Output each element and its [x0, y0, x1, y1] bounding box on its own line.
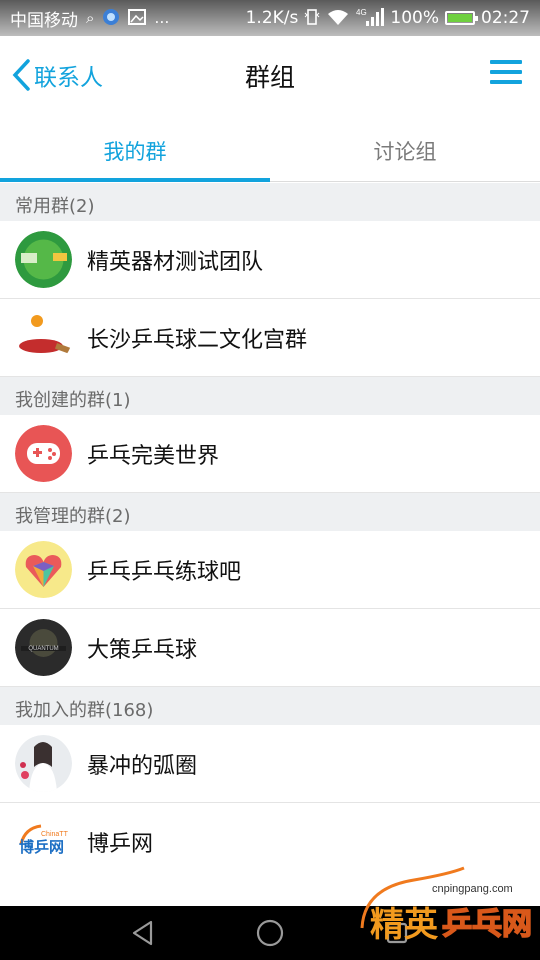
carrier-label: 中国移动 — [10, 10, 78, 31]
search-icon: ⌕ — [86, 8, 95, 27]
group-name: 博乒网 — [87, 832, 154, 857]
back-nav-icon[interactable] — [123, 913, 163, 953]
network-type: 4G — [356, 8, 367, 17]
group-name: 精英器材测试团队 — [87, 249, 264, 275]
group-row[interactable]: 长沙乒乓球二文化宫群 — [0, 299, 540, 377]
gamepad-avatar — [15, 425, 72, 482]
group-row[interactable]: QUANTUM 大策乒乓球 — [0, 609, 540, 687]
avatar-logo-text: ChinaTT — [41, 831, 69, 838]
image-icon — [128, 8, 147, 29]
vibrate-icon — [304, 8, 320, 29]
group-row[interactable]: 乒乓乒乓练球吧 — [0, 531, 540, 609]
group-avatar — [15, 735, 72, 792]
page-title: 群组 — [244, 63, 295, 92]
section-header-joined: 我加入的群(168) — [0, 687, 540, 725]
more-icon: … — [154, 8, 170, 27]
group-row[interactable]: 精英器材测试团队 — [0, 221, 540, 299]
wifi-icon — [326, 8, 350, 29]
group-avatar: QUANTUM — [15, 619, 72, 676]
heart-avatar — [15, 541, 72, 598]
watermark-text-a: 精英 — [370, 905, 439, 945]
group-row[interactable]: 暴冲的弧圈 — [0, 725, 540, 803]
group-name: 乒乓完美世界 — [87, 443, 220, 469]
group-row[interactable]: 乒乓完美世界 — [0, 415, 540, 493]
watermark-logo: cnpingpang.com 精英 乒乓网 — [354, 858, 534, 958]
group-name: 大策乒乓球 — [87, 637, 198, 663]
group-name: 乒乓乒乓练球吧 — [87, 559, 242, 585]
avatar-logo-text: 博乒网 — [19, 838, 64, 856]
section-header-frequent: 常用群(2) — [0, 183, 540, 221]
clock: 02:27 — [481, 8, 530, 28]
battery-percent: 100% — [390, 8, 439, 28]
tab-discussion-groups[interactable]: 讨论组 — [270, 114, 540, 181]
section-header-created: 我创建的群(1) — [0, 377, 540, 415]
tab-bar: 我的群 讨论组 — [0, 114, 540, 182]
battery-icon — [445, 11, 478, 25]
watermark-url: cnpingpang.com — [432, 883, 513, 895]
browser-icon — [102, 8, 120, 29]
title-bar: 联系人 群组 — [0, 36, 540, 114]
avatar-logo-text: QUANTUM — [28, 646, 58, 652]
home-nav-icon[interactable] — [250, 913, 290, 953]
group-avatar: ChinaTT 博乒网 — [15, 813, 72, 871]
watermark-text-b: 乒乓网 — [442, 907, 532, 942]
tab-my-groups[interactable]: 我的群 — [0, 114, 270, 182]
network-speed: 1.2K/s — [245, 8, 299, 28]
signal-icon: 4G — [356, 7, 385, 30]
group-list: 常用群(2) 精英器材测试团队 长沙乒乓球二文化宫群 我创建的群(1) 乒乓完美… — [0, 183, 540, 881]
group-name: 暴冲的弧圈 — [87, 753, 198, 779]
menu-icon[interactable] — [490, 60, 522, 88]
group-avatar — [15, 231, 72, 288]
group-name: 长沙乒乓球二文化宫群 — [87, 327, 308, 353]
status-bar: 中国移动 ⌕ … 1.2K/s 4G 100% 02:27 — [0, 0, 540, 36]
group-avatar — [15, 309, 72, 366]
section-header-managed: 我管理的群(2) — [0, 493, 540, 531]
